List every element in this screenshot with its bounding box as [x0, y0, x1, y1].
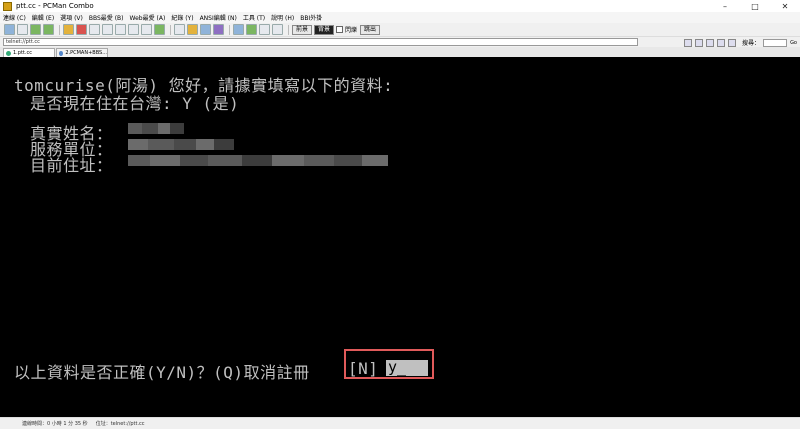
search-input[interactable]: [763, 38, 788, 47]
search-go-button[interactable]: Go: [790, 40, 797, 46]
reconnect-icon[interactable]: [89, 24, 100, 35]
print-icon[interactable]: [728, 38, 737, 47]
font-icon[interactable]: [141, 24, 152, 35]
menu-options[interactable]: 選項 (V): [60, 13, 83, 22]
connection-time: 連線時間：0 小時 1 分 35 秒: [22, 421, 88, 427]
address-tools: 搜尋： Go: [684, 38, 797, 47]
terminal-screen[interactable]: tomcurise(阿湯) 您好，請據實填寫以下的資料: 是否現在住在台灣: Y…: [0, 57, 800, 417]
menu-tools[interactable]: 工具 (T): [243, 13, 265, 22]
close-button[interactable]: ✕: [770, 0, 800, 12]
menu-edit[interactable]: 編輯 (E): [32, 13, 54, 22]
toolbar: 前景 背景 閃爍 跳出: [0, 23, 800, 37]
menu-web-favorites[interactable]: Web最愛 (A): [130, 13, 166, 22]
menu-connection[interactable]: 連線 (C): [3, 13, 26, 22]
connection-address: 位址：telnet://ptt.cc: [95, 421, 145, 427]
copy-icon[interactable]: [102, 24, 113, 35]
refresh-icon[interactable]: [695, 38, 704, 47]
tab-pcman-bbs[interactable]: 2.PCMAN+BBS...: [56, 48, 108, 57]
favorites-icon[interactable]: [187, 24, 198, 35]
image-icon[interactable]: [272, 24, 283, 35]
window-controls: – □ ✕: [710, 0, 800, 12]
back-icon[interactable]: [30, 24, 41, 35]
confirm-prompt: 以上資料是否正確(Y/N)？(Q)取消註冊: [14, 363, 310, 382]
tab-bar: 1.ptt.cc 2.PCMAN+BBS...: [0, 47, 800, 57]
foreground-color-button[interactable]: 前景: [292, 24, 313, 35]
residence-line: 是否現在住在台灣: Y (是): [30, 94, 240, 113]
menu-bar: 連線 (C) 編輯 (E) 選項 (V) BBS最愛 (B) Web最愛 (A)…: [0, 12, 800, 23]
address-bar: telnet://ptt.cc 搜尋： Go: [0, 37, 800, 47]
highlight-annotation: [344, 349, 434, 379]
minimize-button[interactable]: –: [710, 0, 740, 12]
screen-icon[interactable]: [200, 24, 211, 35]
background-color-button[interactable]: 背景: [314, 24, 335, 35]
search-label: 搜尋：: [742, 40, 761, 47]
stop-icon[interactable]: [76, 24, 87, 35]
stop-icon[interactable]: [706, 38, 715, 47]
search-icon[interactable]: [233, 24, 244, 35]
paste-icon[interactable]: [115, 24, 126, 35]
address-label: 目前住址：: [30, 156, 113, 175]
disconnect-icon[interactable]: [63, 24, 74, 35]
address-input[interactable]: telnet://ptt.cc: [3, 38, 638, 46]
status-bar: 連線時間：0 小時 1 分 35 秒 位址：telnet://ptt.cc: [0, 417, 800, 429]
tab-label: 1.ptt.cc: [13, 50, 32, 56]
maximize-button[interactable]: □: [740, 0, 770, 12]
window-title: ptt.cc - PCMan Combo: [16, 2, 94, 10]
wikipedia-icon[interactable]: [259, 24, 270, 35]
tab-ptt[interactable]: 1.ptt.cc: [3, 48, 55, 57]
lock-icon[interactable]: [213, 24, 224, 35]
tab-label: 2.PCMAN+BBS...: [65, 50, 107, 56]
title-bar: ptt.cc - PCMan Combo – □ ✕: [0, 0, 800, 12]
menu-help[interactable]: 說明 (H): [271, 13, 294, 22]
app-icon: [3, 1, 12, 11]
color-icon[interactable]: [154, 24, 165, 35]
bookmark-icon[interactable]: [717, 38, 726, 47]
menu-history[interactable]: 紀錄 (Y): [171, 13, 193, 22]
select-all-icon[interactable]: [128, 24, 139, 35]
new-connection-icon[interactable]: [4, 24, 15, 35]
connection-status-icon: [6, 50, 11, 56]
menu-bbi-plugins[interactable]: BBI外掛: [300, 13, 322, 22]
menu-bbs-favorites[interactable]: BBS最愛 (B): [89, 13, 124, 22]
page-icon: [59, 50, 64, 56]
blink-checkbox[interactable]: 閃爍: [336, 25, 357, 34]
exit-button[interactable]: 跳出: [360, 24, 381, 35]
blink-label: 閃爍: [345, 27, 358, 34]
plugin-icon[interactable]: [246, 24, 257, 35]
home-icon[interactable]: [684, 38, 693, 47]
open-icon[interactable]: [17, 24, 28, 35]
checkbox-icon: [336, 26, 344, 33]
menu-ansi-edit[interactable]: ANSI編輯 (N): [200, 13, 237, 22]
settings-icon[interactable]: [174, 24, 185, 35]
forward-icon[interactable]: [43, 24, 54, 35]
